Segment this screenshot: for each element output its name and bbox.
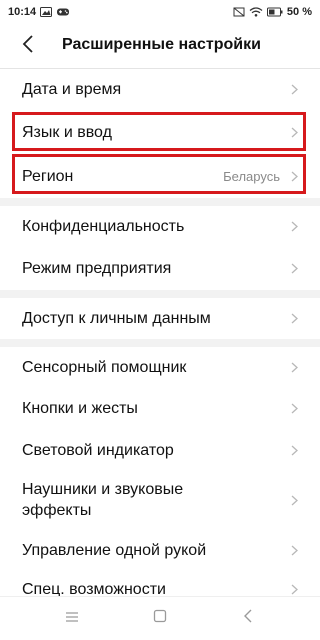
row-label: Режим предприятия [22, 259, 172, 277]
section-separator [0, 290, 320, 298]
image-icon [40, 7, 53, 17]
row-label: Управление одной рукой [22, 541, 207, 559]
recents-button[interactable] [58, 605, 86, 633]
chevron-right-icon [290, 126, 298, 138]
battery-icon [266, 7, 283, 17]
chevron-right-icon [290, 220, 298, 232]
page-title: Расширенные настройки [62, 36, 261, 53]
row-label: Регион [22, 167, 74, 185]
section-separator [0, 339, 320, 347]
chevron-right-icon [290, 83, 298, 95]
row-label: Наушники и звуковые эффекты [22, 481, 184, 519]
back-arrow-icon [22, 34, 34, 58]
row-label: Кнопки и жесты [22, 399, 138, 417]
chevron-right-icon [290, 361, 298, 373]
wifi-icon [249, 7, 263, 17]
settings-row-one-hand-mode[interactable]: Управление одной рукой [0, 529, 320, 571]
home-icon [153, 609, 167, 628]
chevron-right-icon [290, 444, 298, 456]
row-value: Беларусь [223, 168, 280, 184]
settings-row-touch-assistant[interactable]: Сенсорный помощник [0, 347, 320, 387]
settings-row-language-input[interactable]: Язык и ввод [0, 110, 320, 154]
row-label: Доступ к личным данным [22, 310, 211, 327]
chevron-right-icon [290, 262, 298, 274]
section-separator [0, 198, 320, 206]
settings-row-buttons-gestures[interactable]: Кнопки и жесты [0, 387, 320, 429]
chevron-right-icon [290, 544, 298, 556]
chevron-right-icon [290, 313, 298, 325]
row-label: Сенсорный помощник [22, 358, 187, 376]
settings-row-enterprise-mode[interactable]: Режим предприятия [0, 246, 320, 290]
settings-row-region[interactable]: Регион Беларусь [0, 154, 320, 198]
settings-row-privacy[interactable]: Конфиденциальность [0, 206, 320, 246]
notification-icon [233, 7, 245, 17]
settings-row-date-time[interactable]: Дата и время [0, 68, 320, 110]
nav-back-button[interactable] [234, 605, 262, 633]
row-label: Световой индикатор [22, 441, 174, 459]
chevron-right-icon [290, 170, 298, 182]
row-label: Дата и время [22, 80, 122, 98]
settings-row-light-indicator[interactable]: Световой индикатор [0, 429, 320, 471]
status-time: 10:14 [8, 6, 37, 18]
back-icon [243, 609, 253, 628]
back-button[interactable] [10, 24, 46, 68]
settings-row-personal-data-access[interactable]: Доступ к личным данным [0, 298, 320, 339]
row-label: Конфиденциальность [22, 217, 185, 235]
chevron-right-icon [290, 402, 298, 414]
chevron-right-icon [290, 583, 298, 595]
gamepad-icon [56, 7, 70, 17]
settings-row-headphones-sound[interactable]: Наушники и звуковые эффекты [0, 471, 320, 529]
home-button[interactable] [146, 605, 174, 633]
header: Расширенные настройки [0, 24, 320, 68]
chevron-right-icon [290, 494, 298, 506]
status-bar: 10:14 50 % [0, 0, 320, 24]
battery-percent: 50 % [286, 6, 312, 18]
menu-icon [65, 610, 79, 628]
row-label: Язык и ввод [22, 123, 112, 141]
navigation-bar [0, 596, 320, 640]
